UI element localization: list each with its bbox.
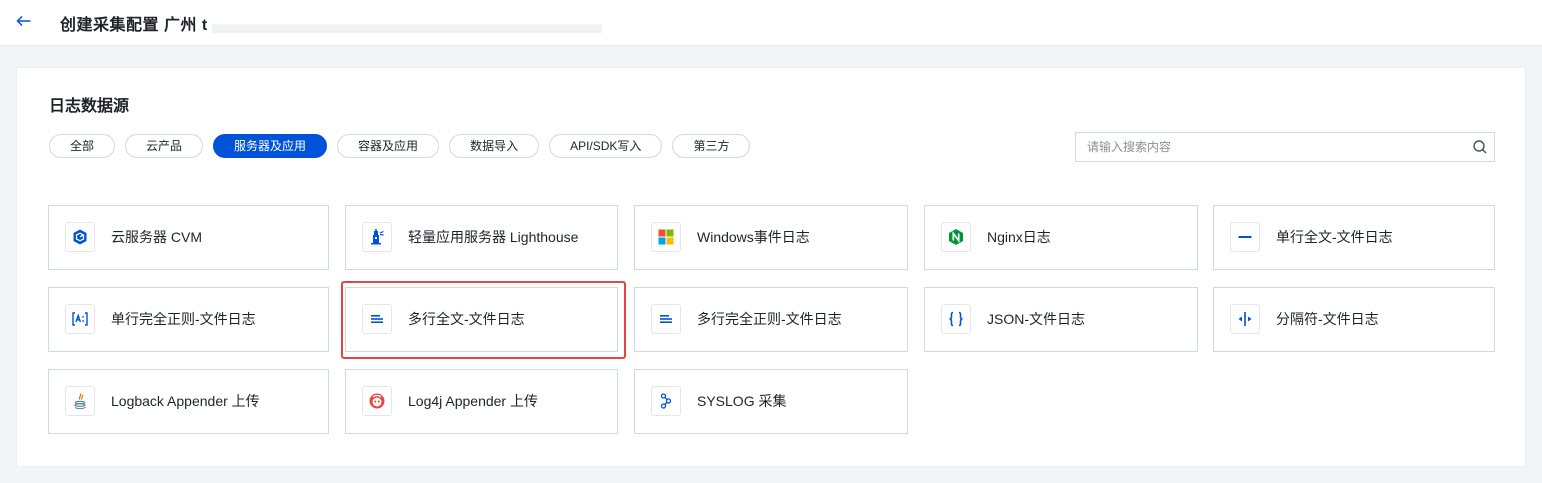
source-label: 分隔符-文件日志: [1276, 311, 1379, 327]
source-tile-nginx[interactable]: Nginx日志: [924, 205, 1198, 270]
syslog-icon: [651, 386, 681, 416]
source-tile-multi-line-regex[interactable]: 多行完全正则-文件日志: [634, 287, 908, 352]
source-label: Nginx日志: [987, 229, 1051, 245]
single-line-icon: [1230, 222, 1260, 252]
log4j-icon: [362, 386, 392, 416]
filter-third-party[interactable]: 第三方: [672, 134, 751, 158]
source-tile-windows[interactable]: Windows事件日志: [634, 205, 908, 270]
filter-data-import[interactable]: 数据导入: [449, 134, 540, 158]
source-label: Log4j Appender 上传: [408, 393, 538, 409]
source-tile-single-line-regex[interactable]: 单行完全正则-文件日志: [48, 287, 329, 352]
source-tile-syslog[interactable]: SYSLOG 采集: [634, 369, 908, 434]
source-tile-multi-line[interactable]: 多行全文-文件日志: [345, 287, 618, 352]
java-icon: [65, 386, 95, 416]
regex-icon: [65, 304, 95, 334]
search-icon[interactable]: [1472, 139, 1488, 155]
filter-cloud-products[interactable]: 云产品: [125, 134, 204, 158]
source-label: 多行完全正则-文件日志: [697, 311, 842, 327]
filter-api-sdk[interactable]: API/SDK写入: [549, 134, 663, 158]
json-icon: [941, 304, 971, 334]
search-box: [1075, 132, 1495, 162]
search-input[interactable]: [1076, 133, 1467, 161]
filter-containers-apps[interactable]: 容器及应用: [337, 134, 440, 158]
filter-tabs: 全部 云产品 服务器及应用 容器及应用 数据导入 API/SDK写入 第三方: [49, 134, 751, 158]
source-label: JSON-文件日志: [987, 311, 1085, 327]
delimiter-icon: [1230, 304, 1260, 334]
source-label: 单行全文-文件日志: [1276, 229, 1393, 245]
multi-line-icon: [362, 304, 392, 334]
back-arrow-icon[interactable]: [14, 11, 34, 31]
source-label: 多行全文-文件日志: [408, 311, 525, 327]
source-tile-logback[interactable]: Logback Appender 上传: [48, 369, 329, 434]
source-label: 单行完全正则-文件日志: [111, 311, 256, 327]
cvm-icon: [65, 222, 95, 252]
section-title: 日志数据源: [49, 98, 130, 115]
source-tile-delimiter[interactable]: 分隔符-文件日志: [1213, 287, 1495, 352]
source-tile-lighthouse[interactable]: 轻量应用服务器 Lighthouse: [345, 205, 618, 270]
log-source-card: 日志数据源 全部 云产品 服务器及应用 容器及应用 数据导入 API/SDK写入…: [16, 67, 1526, 467]
page-title-text: 创建采集配置 广州 t: [60, 17, 208, 34]
source-tile-log4j[interactable]: Log4j Appender 上传: [345, 369, 618, 434]
source-label: 云服务器 CVM: [111, 229, 202, 245]
source-label: Logback Appender 上传: [111, 393, 260, 409]
source-tile-cvm[interactable]: 云服务器 CVM: [48, 205, 329, 270]
nginx-icon: [941, 222, 971, 252]
source-tile-json[interactable]: JSON-文件日志: [924, 287, 1198, 352]
redacted-region: [211, 18, 602, 33]
source-label: Windows事件日志: [697, 229, 810, 245]
windows-icon: [651, 222, 681, 252]
lighthouse-icon: [362, 222, 392, 252]
source-tile-single-line[interactable]: 单行全文-文件日志: [1213, 205, 1495, 270]
filter-all[interactable]: 全部: [49, 134, 116, 158]
multi-line-regex-icon: [651, 304, 681, 334]
top-bar: 创建采集配置 广州 t: [0, 0, 1542, 46]
filter-servers-apps[interactable]: 服务器及应用: [213, 134, 328, 158]
source-label: SYSLOG 采集: [697, 393, 787, 409]
source-label: 轻量应用服务器 Lighthouse: [408, 229, 579, 245]
page-title: 创建采集配置 广州 t: [60, 11, 602, 35]
